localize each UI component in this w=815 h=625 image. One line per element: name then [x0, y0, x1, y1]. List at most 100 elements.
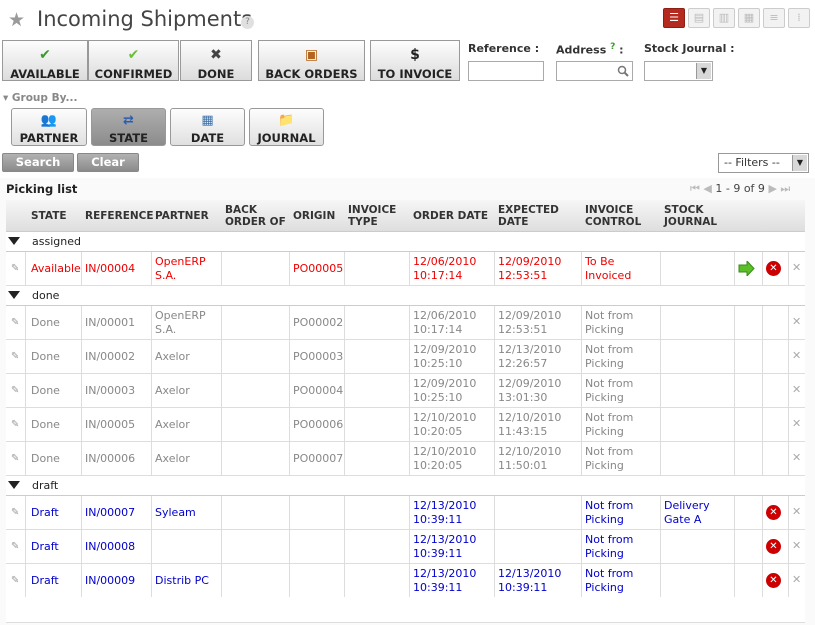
delete-icon[interactable]: ✕ [792, 417, 801, 430]
table-row[interactable]: ✎ Done IN/00001 OpenERP S.A. PO00002 12/06/20… [6, 306, 805, 340]
group-label: draft [32, 479, 59, 492]
pager-count[interactable]: 1 - 9 of 9 [715, 182, 765, 195]
last-page-icon[interactable]: ⏭ [780, 182, 790, 195]
column-separator [81, 374, 82, 408]
favorite-star-icon[interactable]: ★ [8, 9, 25, 31]
column-separator [151, 442, 152, 476]
column-separator [221, 252, 222, 286]
cell-order-date: 12/13/2010 10:39:11 [413, 567, 477, 594]
delete-icon[interactable]: ✕ [792, 349, 801, 362]
next-page-icon[interactable]: ▶ [768, 182, 776, 195]
cell-reference: IN/00009 [85, 574, 136, 587]
delete-icon[interactable]: ✕ [792, 451, 801, 464]
edit-pencil-icon[interactable]: ✎ [11, 317, 19, 328]
cell-expected-date: 12/09/2010 13:01:30 [498, 377, 562, 404]
collapse-triangle-icon[interactable] [8, 237, 20, 245]
group-by-journal-button[interactable]: 📁 JOURNAL [249, 108, 324, 146]
column-header-reference[interactable]: REFERENCE [85, 200, 154, 232]
group-by-date-button[interactable]: ▦ DATE [170, 108, 245, 146]
process-arrow-icon[interactable] [738, 259, 755, 278]
column-separator [151, 496, 152, 530]
gantt-view-icon[interactable]: ≡ [763, 8, 785, 28]
column-separator [81, 408, 82, 442]
column-header-origin[interactable]: ORIGIN [293, 200, 345, 232]
cancel-icon[interactable]: ✕ [766, 573, 781, 588]
column-header-invoice-control[interactable]: INVOICE CONTROL [585, 200, 661, 232]
table-row[interactable]: ✎ Done IN/00005 Axelor PO00006 12/10/2010 10:… [6, 408, 805, 442]
edit-pencil-icon[interactable]: ✎ [11, 507, 19, 518]
table-row[interactable]: ✎ Done IN/00006 Axelor PO00007 12/10/2010 10:… [6, 442, 805, 476]
delete-icon[interactable]: ✕ [792, 539, 801, 552]
calendar-view-icon[interactable]: ▦ [738, 8, 760, 28]
column-header-invoice-type[interactable]: INVOICE TYPE [348, 200, 408, 232]
prev-page-icon[interactable]: ◀ [703, 182, 711, 195]
delete-icon[interactable]: ✕ [792, 383, 801, 396]
form-view-icon[interactable]: ▤ [688, 8, 710, 28]
cancel-icon[interactable]: ✕ [766, 261, 781, 276]
column-separator [221, 564, 222, 598]
list-view-icon[interactable]: ☰ [663, 8, 685, 28]
column-separator [289, 442, 290, 476]
edit-pencil-icon[interactable]: ✎ [11, 453, 19, 464]
filters-select[interactable]: -- Filters -- ▼ [718, 153, 809, 173]
clear-button[interactable]: Clear [77, 153, 139, 172]
kanban-view-icon[interactable]: ⁞ [788, 8, 810, 28]
column-header-order-date[interactable]: ORDER DATE [413, 200, 495, 232]
confirmed-filter-button[interactable]: ✔ CONFIRMED [88, 40, 179, 81]
group-header-draft[interactable]: draft [6, 476, 805, 496]
address-input[interactable] [556, 61, 633, 81]
cancel-icon[interactable]: ✕ [766, 505, 781, 520]
edit-pencil-icon[interactable]: ✎ [11, 263, 19, 274]
cell-expected-date: 12/10/2010 11:43:15 [498, 411, 562, 438]
stock-journal-select[interactable]: ▼ [644, 61, 713, 81]
reference-input[interactable] [468, 61, 544, 81]
cancel-icon[interactable]: ✕ [766, 539, 781, 554]
graph-view-icon[interactable]: ▥ [713, 8, 735, 28]
edit-pencil-icon[interactable]: ✎ [11, 541, 19, 552]
address-help-icon[interactable]: ? [610, 42, 615, 52]
collapse-triangle-icon[interactable] [8, 481, 20, 489]
group-header-done[interactable]: done [6, 286, 805, 306]
delete-icon[interactable]: ✕ [792, 573, 801, 586]
group-by-toggle[interactable]: ▾ Group By... [3, 92, 77, 104]
cell-partner: Axelor [155, 350, 190, 363]
cell-partner: Axelor [155, 384, 190, 397]
column-header-state[interactable]: STATE [31, 200, 81, 232]
column-header-back-order-of[interactable]: BACK ORDER OF [225, 200, 289, 232]
delete-icon[interactable]: ✕ [792, 505, 801, 518]
edit-pencil-icon[interactable]: ✎ [11, 419, 19, 430]
table-row[interactable]: ✎ Draft IN/00007 Syleam 12/13/2010 10:39:11 N… [6, 496, 805, 530]
table-row[interactable]: ✎ Done IN/00003 Axelor PO00004 12/09/2010 10:… [6, 374, 805, 408]
edit-pencil-icon[interactable]: ✎ [11, 575, 19, 586]
back-orders-filter-button[interactable]: ▣ BACK ORDERS [258, 40, 365, 81]
table-row[interactable]: ✎ Done IN/00002 Axelor PO00003 12/09/2010 10:… [6, 340, 805, 374]
cell-state: Done [31, 350, 60, 363]
column-header-partner[interactable]: PARTNER [155, 200, 221, 232]
cell-invoice-control: Not from Picking [585, 343, 634, 370]
table-row[interactable]: ✎ Draft IN/00009 Distrib PC 12/13/2010 10:39… [6, 564, 805, 598]
cell-journal [664, 252, 734, 286]
column-header-expected-date[interactable]: EXPECTED DATE [498, 200, 580, 232]
edit-pencil-icon[interactable]: ✎ [11, 385, 19, 396]
available-filter-button[interactable]: ✔ AVAILABLE [2, 40, 88, 81]
edit-pencil-icon[interactable]: ✎ [11, 351, 19, 362]
cell-origin: PO00003 [293, 350, 344, 363]
search-button[interactable]: Search [2, 153, 74, 172]
table-row[interactable]: ✎ Draft IN/00008 12/13/2010 10:39:11 Not fro… [6, 530, 805, 564]
group-by-partner-button[interactable]: 👥 PARTNER [11, 108, 87, 146]
collapse-triangle-icon[interactable] [8, 291, 20, 299]
delete-icon[interactable]: ✕ [792, 315, 801, 328]
column-separator [788, 408, 789, 442]
help-icon[interactable]: ? [241, 16, 254, 29]
table-row[interactable]: ✎ Available IN/00004 OpenERP S.A. PO00005 12/… [6, 252, 805, 286]
column-header-stock-journal[interactable]: STOCK JOURNAL [664, 200, 734, 232]
group-by-state-button[interactable]: ⇄ STATE [91, 108, 166, 146]
delete-icon[interactable]: ✕ [792, 261, 801, 274]
done-filter-button[interactable]: ✖ DONE [180, 40, 252, 81]
cell-order-date: 12/06/2010 10:17:14 [413, 309, 477, 336]
column-separator [734, 530, 735, 564]
to-invoice-filter-button[interactable]: $ TO INVOICE [370, 40, 460, 81]
first-page-icon[interactable]: ⏮ [690, 182, 700, 195]
cell-back-order [225, 564, 289, 598]
group-header-assigned[interactable]: assigned [6, 232, 805, 252]
